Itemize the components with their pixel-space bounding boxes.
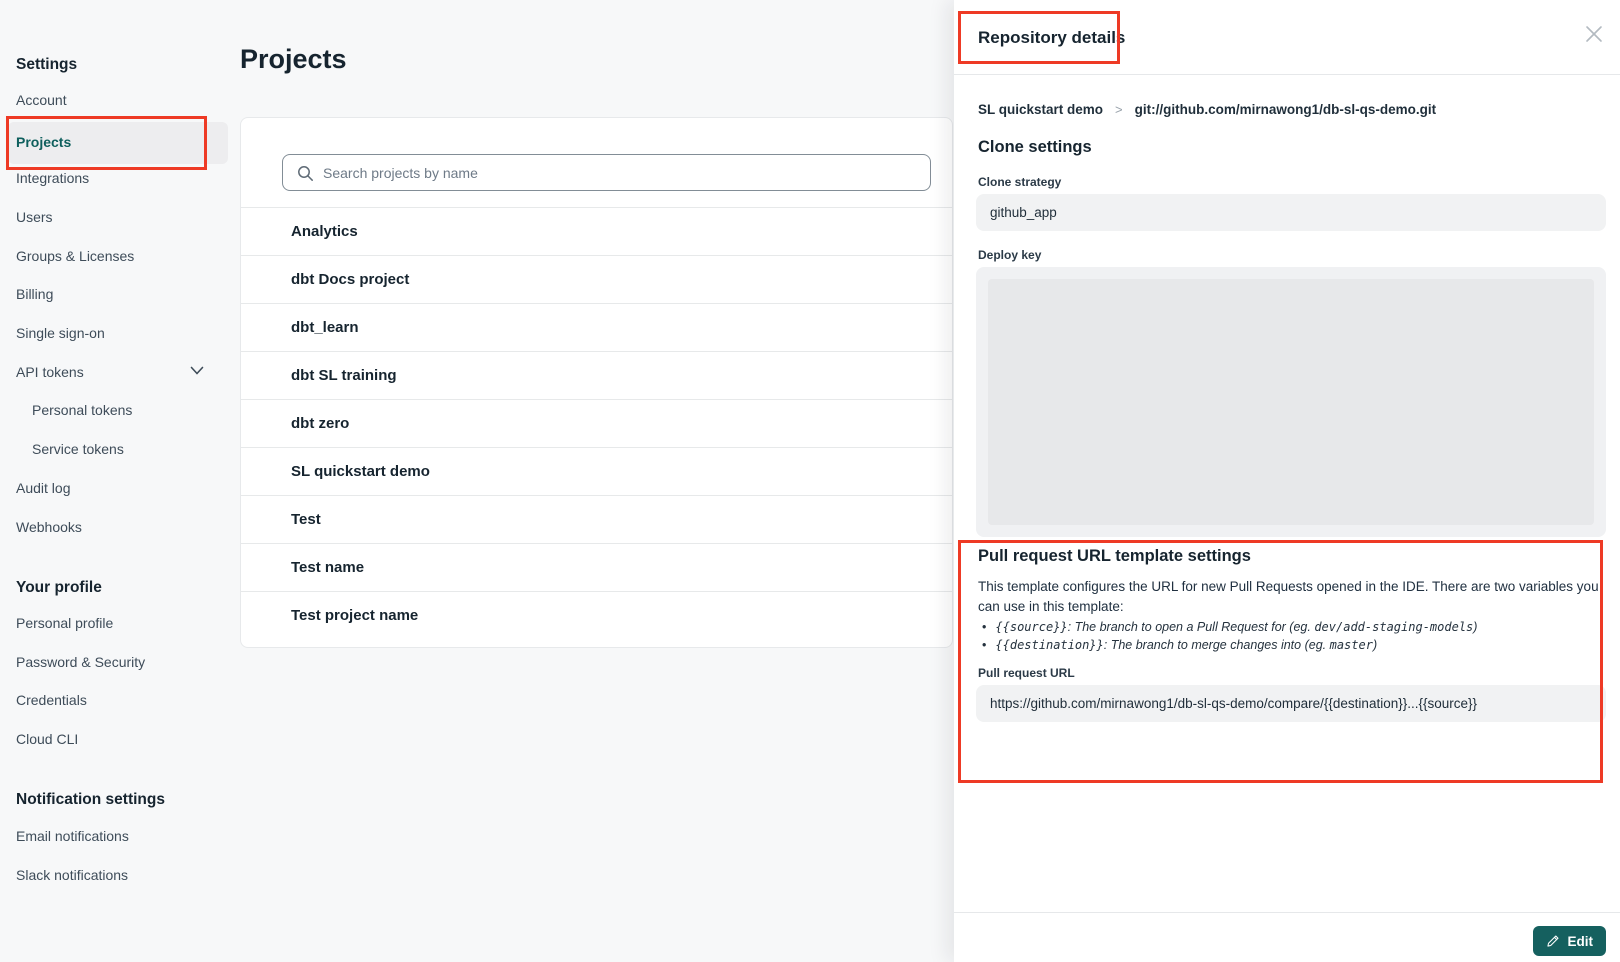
sidebar-heading-your-profile: Your profile bbox=[16, 579, 102, 597]
projects-card: Analytics dbt Docs project dbt_learn dbt… bbox=[240, 117, 953, 648]
variable-item-destination: {{destination}}: The branch to merge cha… bbox=[982, 637, 1592, 653]
project-row[interactable]: Test bbox=[241, 495, 952, 543]
project-row[interactable]: dbt Docs project bbox=[241, 255, 952, 303]
project-row[interactable]: dbt_learn bbox=[241, 303, 952, 351]
page-title: Projects bbox=[240, 44, 347, 75]
deploy-key-label: Deploy key bbox=[978, 248, 1041, 262]
repository-details-panel: Repository details SL quickstart demo > … bbox=[954, 0, 1620, 962]
sidebar-item-credentials[interactable]: Credentials bbox=[16, 692, 87, 708]
project-row[interactable]: dbt zero bbox=[241, 399, 952, 447]
project-row[interactable]: dbt SL training bbox=[241, 351, 952, 399]
breadcrumb: SL quickstart demo > git://github.com/mi… bbox=[978, 102, 1436, 117]
sidebar-item-projects-label: Projects bbox=[16, 134, 71, 150]
panel-title: Repository details bbox=[978, 28, 1125, 48]
sidebar-item-integrations[interactable]: Integrations bbox=[16, 170, 89, 186]
sidebar-item-account[interactable]: Account bbox=[16, 92, 67, 108]
sidebar-item-single-sign-on[interactable]: Single sign-on bbox=[16, 325, 105, 341]
pencil-icon bbox=[1546, 934, 1560, 948]
sidebar-item-api-tokens[interactable]: API tokens bbox=[16, 364, 84, 380]
deploy-key-field bbox=[976, 267, 1606, 537]
sidebar-item-billing[interactable]: Billing bbox=[16, 286, 53, 302]
pull-request-variable-list: {{source}}: The branch to open a Pull Re… bbox=[982, 619, 1592, 655]
deploy-key-redacted-content bbox=[988, 279, 1594, 525]
edit-button[interactable]: Edit bbox=[1533, 926, 1607, 956]
sidebar-item-password-security[interactable]: Password & Security bbox=[16, 654, 145, 670]
clone-strategy-label: Clone strategy bbox=[978, 175, 1061, 189]
panel-header: Repository details bbox=[954, 0, 1620, 75]
project-search bbox=[282, 154, 931, 191]
pull-request-url-label: Pull request URL bbox=[978, 666, 1075, 680]
sidebar-item-audit-log[interactable]: Audit log bbox=[16, 480, 70, 496]
sidebar-heading-notification-settings: Notification settings bbox=[16, 791, 165, 809]
close-icon[interactable] bbox=[1584, 24, 1604, 44]
breadcrumb-project-name: SL quickstart demo bbox=[978, 102, 1103, 117]
sidebar-item-service-tokens[interactable]: Service tokens bbox=[32, 441, 124, 457]
project-row[interactable]: Test name bbox=[241, 543, 952, 591]
sidebar-item-projects[interactable]: Projects bbox=[8, 122, 228, 164]
sidebar-heading-settings: Settings bbox=[16, 56, 77, 74]
clone-strategy-field: github_app bbox=[976, 194, 1606, 231]
pull-request-url-field: https://github.com/mirnawong1/db-sl-qs-d… bbox=[976, 685, 1606, 722]
breadcrumb-separator-icon: > bbox=[1115, 102, 1123, 117]
clone-settings-heading: Clone settings bbox=[978, 138, 1092, 157]
sidebar-item-groups-licenses[interactable]: Groups & Licenses bbox=[16, 248, 134, 264]
pull-request-settings-heading: Pull request URL template settings bbox=[978, 547, 1251, 566]
sidebar-item-users[interactable]: Users bbox=[16, 209, 53, 225]
panel-footer: Edit bbox=[954, 912, 1620, 962]
sidebar-item-cloud-cli[interactable]: Cloud CLI bbox=[16, 731, 78, 747]
project-row[interactable]: Test project name bbox=[241, 591, 952, 639]
sidebar-item-webhooks[interactable]: Webhooks bbox=[16, 519, 82, 535]
pull-request-description: This template configures the URL for new… bbox=[978, 577, 1602, 617]
search-input[interactable] bbox=[283, 155, 930, 190]
sidebar-item-slack-notifications[interactable]: Slack notifications bbox=[16, 867, 128, 883]
chevron-down-icon[interactable] bbox=[190, 366, 204, 376]
sidebar-item-personal-profile[interactable]: Personal profile bbox=[16, 615, 113, 631]
sidebar-item-email-notifications[interactable]: Email notifications bbox=[16, 828, 129, 844]
settings-sidebar: Settings Account Projects Integrations U… bbox=[0, 0, 240, 962]
project-row[interactable]: Analytics bbox=[241, 207, 952, 255]
sidebar-item-personal-tokens[interactable]: Personal tokens bbox=[32, 402, 132, 418]
edit-button-label: Edit bbox=[1568, 934, 1594, 949]
variable-item-source: {{source}}: The branch to open a Pull Re… bbox=[982, 619, 1592, 635]
project-list: Analytics dbt Docs project dbt_learn dbt… bbox=[241, 207, 952, 639]
breadcrumb-repo-url: git://github.com/mirnawong1/db-sl-qs-dem… bbox=[1135, 102, 1436, 117]
project-row[interactable]: SL quickstart demo bbox=[241, 447, 952, 495]
